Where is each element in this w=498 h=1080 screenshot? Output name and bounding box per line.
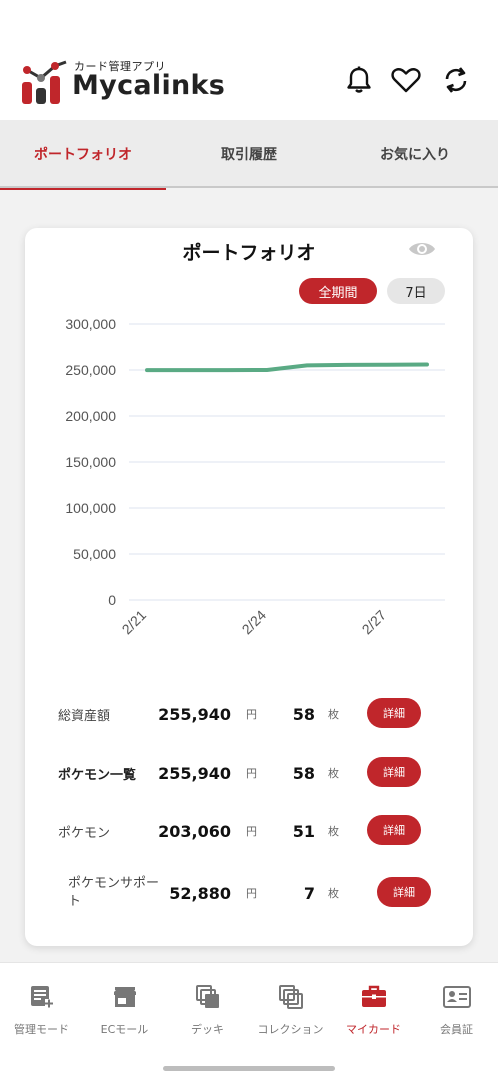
yen-unit: 円 bbox=[246, 708, 257, 721]
nav-member-card[interactable]: 会員証 bbox=[415, 983, 498, 1043]
row-count: 51 bbox=[292, 821, 315, 841]
detail-button[interactable]: 詳細 bbox=[377, 877, 431, 907]
nav-label: マイカード bbox=[346, 1023, 401, 1036]
logo-wordmark: Mycalinks bbox=[72, 70, 226, 101]
member-card-icon bbox=[442, 983, 471, 1011]
home-indicator bbox=[163, 1066, 335, 1071]
row-value: 52,880 bbox=[169, 883, 231, 903]
bottom-navigation: 管理モード ECモール デッキ コレクション マイカード 会員証 bbox=[0, 962, 498, 1080]
count-unit: 枚 bbox=[328, 767, 339, 780]
sync-icon[interactable] bbox=[440, 64, 472, 96]
detail-button[interactable]: 詳細 bbox=[367, 698, 421, 728]
row-count: 58 bbox=[292, 704, 315, 724]
nav-admin-mode[interactable]: 管理モード bbox=[0, 983, 83, 1043]
portfolio-line-chart: 300,000 250,000 200,000 150,000 100,000 50,00… bbox=[65, 316, 445, 638]
store-icon bbox=[111, 983, 139, 1011]
tab-history[interactable]: 取引履歴 bbox=[166, 120, 332, 188]
nav-label: 管理モード bbox=[14, 1023, 69, 1036]
detail-button[interactable]: 詳細 bbox=[367, 815, 421, 845]
heart-icon[interactable] bbox=[390, 64, 422, 96]
summary-row-pokemon: ポケモン 203,060 円 51 枚 詳細 bbox=[25, 811, 473, 851]
y-tick-label: 150,000 bbox=[65, 454, 116, 470]
series-line bbox=[145, 362, 429, 373]
yen-unit: 円 bbox=[246, 825, 257, 838]
row-label: ポケモン bbox=[58, 825, 111, 841]
deck-icon bbox=[194, 983, 222, 1011]
summary-row-total: 総資産額 255,940 円 58 枚 詳細 bbox=[25, 694, 473, 734]
row-value: 255,940 bbox=[158, 763, 231, 783]
detail-button[interactable]: 詳細 bbox=[367, 757, 421, 787]
bell-icon[interactable] bbox=[343, 64, 375, 96]
count-unit: 枚 bbox=[328, 825, 339, 838]
x-tick-label: 2/21 bbox=[119, 607, 150, 638]
count-unit: 枚 bbox=[328, 887, 339, 900]
count-unit: 枚 bbox=[328, 708, 339, 721]
nav-label: コレクション bbox=[257, 1023, 324, 1036]
briefcase-icon bbox=[360, 983, 388, 1011]
row-value: 203,060 bbox=[158, 821, 231, 841]
tab-favorites[interactable]: お気に入り bbox=[332, 120, 498, 188]
x-tick-label: 2/27 bbox=[359, 607, 390, 638]
summary-row-pokemon-list: ポケモン一覧 255,940 円 58 枚 詳細 bbox=[25, 753, 473, 793]
row-count: 58 bbox=[292, 763, 315, 783]
y-tick-label: 200,000 bbox=[65, 408, 116, 424]
yen-unit: 円 bbox=[246, 767, 257, 780]
y-tick-label: 50,000 bbox=[73, 546, 116, 562]
x-tick-label: 2/24 bbox=[239, 607, 270, 638]
tab-favorites-label: お気に入り bbox=[380, 147, 450, 163]
nav-ec-mall[interactable]: ECモール bbox=[83, 983, 166, 1043]
edit-list-icon bbox=[28, 983, 56, 1011]
nav-my-cards[interactable]: マイカード bbox=[332, 983, 415, 1043]
yen-unit: 円 bbox=[246, 887, 257, 900]
nav-deck[interactable]: デッキ bbox=[166, 983, 249, 1043]
app-logo[interactable]: カード管理アプリ Mycalinks bbox=[20, 56, 225, 108]
nav-collection[interactable]: コレクション bbox=[249, 983, 332, 1043]
logo-mark bbox=[22, 60, 67, 104]
tab-bar: ポートフォリオ 取引履歴 お気に入り bbox=[0, 120, 498, 190]
nav-label: ECモール bbox=[100, 1023, 149, 1036]
portfolio-card: ポートフォリオ 全期間 7日 300,000 250,000 200,000 150,… bbox=[25, 228, 473, 946]
nav-label: デッキ bbox=[191, 1023, 224, 1036]
y-tick-label: 300,000 bbox=[65, 316, 116, 332]
nav-label: 会員証 bbox=[440, 1023, 473, 1036]
tab-history-label: 取引履歴 bbox=[221, 147, 277, 163]
row-count: 7 bbox=[303, 883, 315, 903]
y-tick-label: 100,000 bbox=[65, 500, 116, 516]
summary-row-pokemon-support: ポケモンサポート 52,880 円 7 枚 詳細 bbox=[25, 873, 473, 913]
row-value: 255,940 bbox=[158, 704, 231, 724]
y-tick-label: 250,000 bbox=[65, 362, 116, 378]
active-tab-indicator bbox=[0, 188, 166, 190]
tab-portfolio-label: ポートフォリオ bbox=[34, 147, 132, 163]
tab-portfolio[interactable]: ポートフォリオ bbox=[0, 120, 166, 190]
app-header: カード管理アプリ Mycalinks bbox=[0, 0, 498, 120]
row-label: ポケモン一覧 bbox=[58, 767, 137, 783]
row-label: 総資産額 bbox=[58, 708, 111, 724]
collection-icon bbox=[277, 983, 305, 1011]
y-tick-label: 0 bbox=[108, 592, 116, 608]
